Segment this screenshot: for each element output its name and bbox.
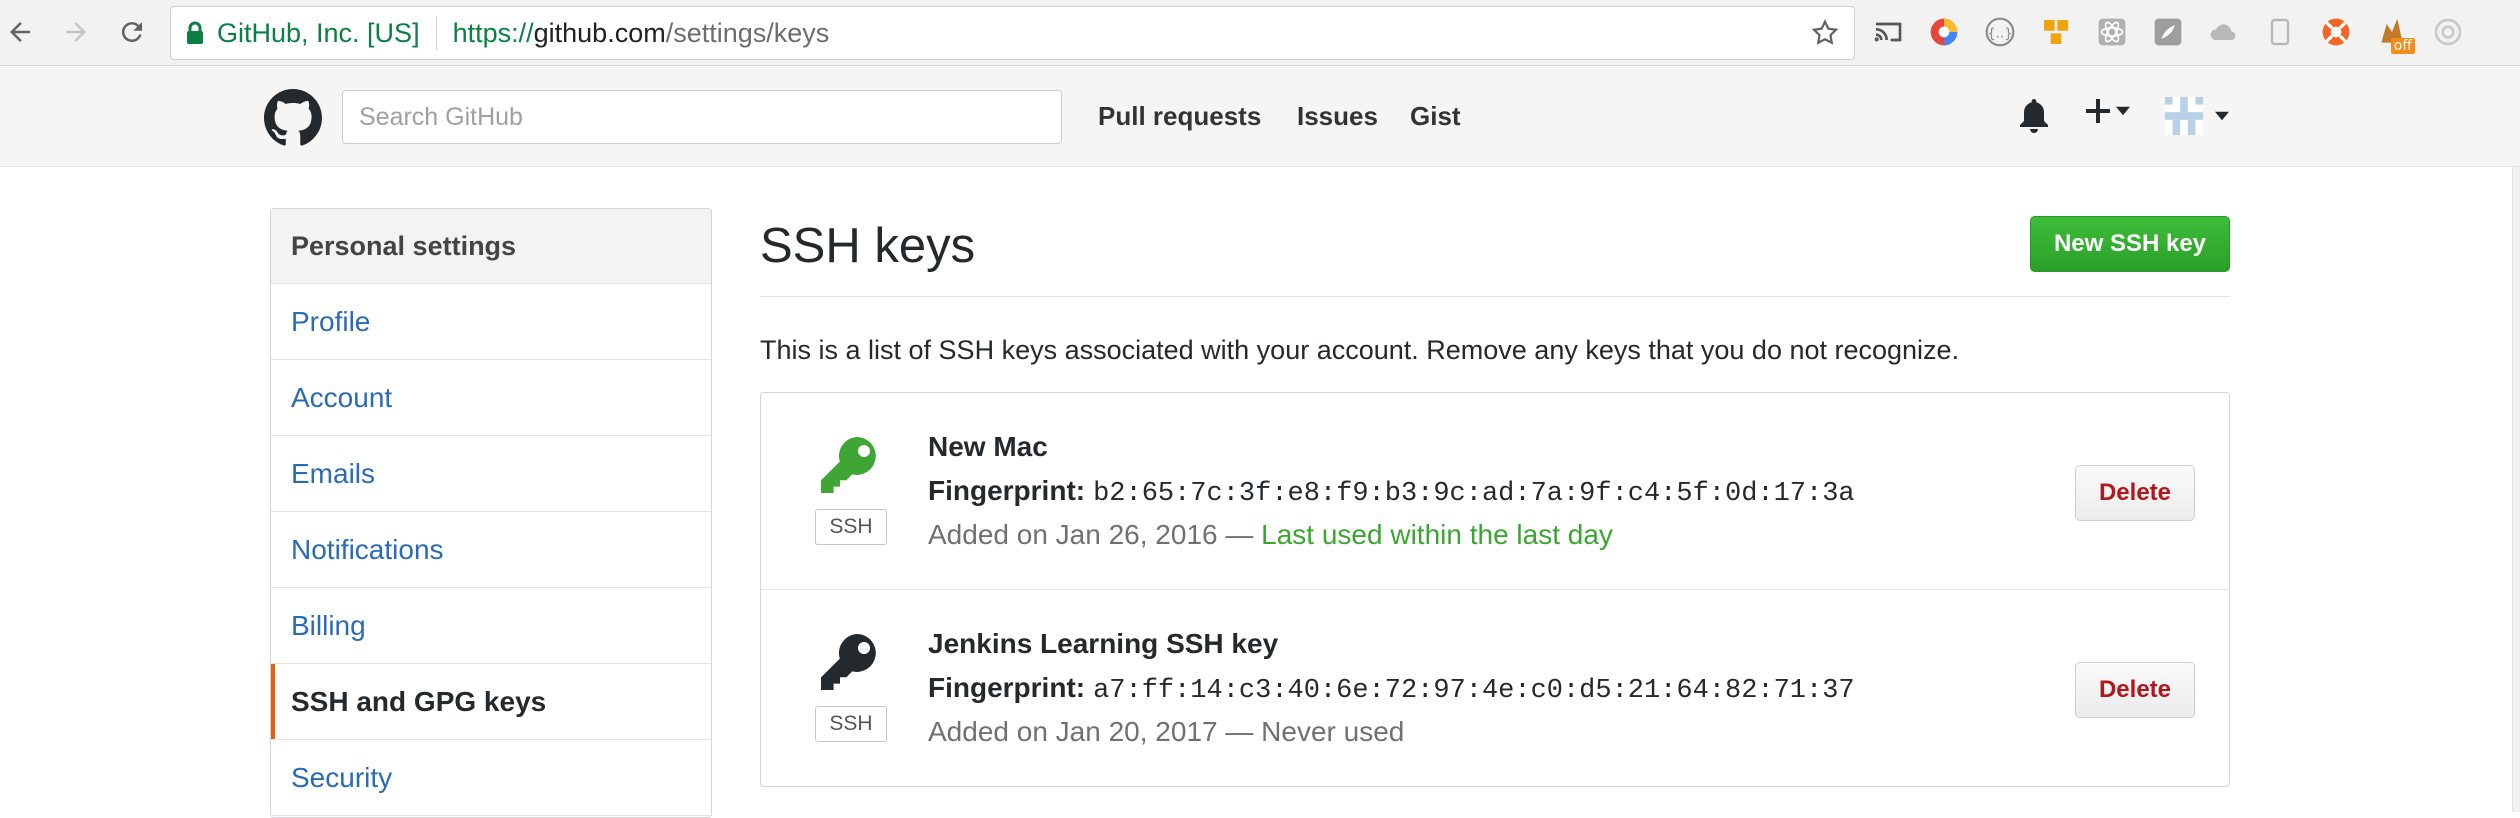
cloud-extension-icon — [2210, 24, 2235, 40]
fingerprint-label: Fingerprint: — [928, 672, 1086, 703]
last-used: Never used — [1261, 716, 1405, 747]
key-fingerprint: Fingerprint: a7:ff:14:c3:40:6e:72:97:4e:c… — [928, 672, 1855, 706]
title-divider — [760, 296, 2230, 297]
page-scrollbar[interactable] — [2512, 167, 2520, 812]
last-used: Last used within the last day — [1261, 519, 1613, 550]
fingerprint-label: Fingerprint: — [928, 475, 1086, 506]
user-menu-button[interactable] — [2165, 97, 2229, 135]
gray-square-extension-icon — [2154, 18, 2181, 46]
bell-icon — [2020, 99, 2048, 133]
off-badge: off — [2390, 37, 2415, 54]
extension-gray-square[interactable] — [2150, 15, 2185, 50]
site-identity[interactable]: GitHub, Inc. [US] — [217, 18, 420, 49]
extension-cloud[interactable] — [2206, 15, 2241, 50]
fingerprint-value: b2:65:7c:3f:e8:f9:b3:9c:ad:7a:9f:c4:5f:0… — [1093, 479, 1855, 509]
nav-issues[interactable]: Issues — [1297, 101, 1378, 132]
key-meta: Added on Jan 26, 2016 — Last used within… — [928, 519, 1613, 551]
json-extension-icon: {..} — [1985, 17, 2014, 47]
reload-button[interactable] — [112, 12, 152, 52]
key-meta: Added on Jan 20, 2017 — Never used — [928, 716, 1404, 748]
key-fingerprint: Fingerprint: b2:65:7c:3f:e8:f9:b3:9c:ad:7… — [928, 475, 1855, 509]
extension-colorful[interactable] — [1926, 15, 1961, 50]
delete-button[interactable]: Delete — [2075, 662, 2195, 718]
new-ssh-key-button[interactable]: New SSH key — [2030, 216, 2230, 272]
search-input[interactable]: Search GitHub — [342, 90, 1062, 144]
key-icon — [821, 436, 876, 493]
extension-tablet[interactable] — [2262, 15, 2297, 50]
nav-pull-requests[interactable]: Pull requests — [1098, 101, 1261, 132]
cast-icon — [1874, 22, 1901, 42]
lifebuoy-extension-icon — [2322, 18, 2349, 46]
sidebar-item-emails[interactable]: Emails — [271, 436, 711, 512]
sidebar-item-notifications[interactable]: Notifications — [271, 512, 711, 588]
github-header: Search GitHub Pull requests Issues Gist — [0, 67, 2520, 167]
browser-toolbar: GitHub, Inc. [US] https://github.com/set… — [0, 0, 2520, 66]
caret-down-icon — [2215, 111, 2229, 121]
extension-target[interactable] — [2430, 15, 2465, 50]
ssh-key-row: SSH New Mac Fingerprint: b2:65:7c:3f:e8:f… — [761, 393, 2229, 589]
ssh-badge: SSH — [815, 706, 887, 742]
search-placeholder: Search GitHub — [359, 102, 523, 131]
extensions-bar: {..} off — [1870, 12, 2465, 54]
svg-text:{..}: {..} — [1987, 26, 2012, 41]
cast-button[interactable] — [1870, 15, 1905, 50]
forward-arrow-icon — [66, 22, 86, 42]
notifications-button[interactable] — [2018, 97, 2050, 133]
added-date: Added on Jan 26, 2016 — — [928, 519, 1262, 550]
settings-sidebar: Personal settings Profile Account Emails… — [270, 208, 712, 818]
plus-icon — [2086, 99, 2110, 123]
colorful-extension-icon — [1930, 18, 1957, 46]
page-title: SSH keys — [760, 219, 976, 273]
avatar — [2165, 97, 2203, 135]
url-text[interactable]: https://github.com/settings/keys — [453, 18, 830, 49]
back-button[interactable] — [0, 12, 40, 52]
tablet-extension-icon — [2270, 18, 2289, 46]
bookmark-star-icon[interactable] — [1810, 18, 1840, 48]
reload-icon — [121, 22, 142, 43]
sidebar-item-security[interactable]: Security — [271, 740, 711, 816]
delete-button[interactable]: Delete — [2075, 465, 2195, 521]
sidebar-item-ssh-gpg-keys[interactable]: SSH and GPG keys — [271, 664, 711, 740]
key-title: Jenkins Learning SSH key — [928, 628, 1279, 659]
ssh-badge: SSH — [815, 509, 887, 545]
ssh-key-row: SSH Jenkins Learning SSH key Fingerprint… — [761, 589, 2229, 785]
sidebar-item-account[interactable]: Account — [271, 360, 711, 436]
key-title: New Mac — [928, 431, 1048, 462]
sidebar-item-billing[interactable]: Billing — [271, 588, 711, 664]
sidebar-item-profile[interactable]: Profile — [271, 284, 711, 360]
extension-json[interactable]: {..} — [1982, 15, 2017, 50]
orange-blocks-extension-icon — [2043, 20, 2068, 44]
caret-down-icon — [2116, 106, 2130, 116]
intro-text: This is a list of SSH keys associated wi… — [760, 335, 1960, 365]
extension-react-devtools[interactable] — [2094, 15, 2129, 50]
address-divider — [435, 16, 437, 50]
key-icon — [821, 633, 876, 690]
lock-icon — [185, 20, 207, 46]
extension-lifebuoy[interactable] — [2318, 15, 2353, 50]
create-new-button[interactable] — [2084, 97, 2130, 125]
target-extension-icon — [2434, 18, 2461, 46]
sidebar-heading: Personal settings — [271, 209, 711, 284]
extension-paused[interactable]: off — [2374, 15, 2415, 54]
back-arrow-icon — [10, 22, 30, 42]
forward-button[interactable] — [56, 12, 96, 52]
extension-orange-blocks[interactable] — [2038, 15, 2073, 50]
github-logo-icon[interactable] — [264, 89, 322, 147]
added-date: Added on Jan 20, 2017 — — [928, 716, 1262, 747]
react-devtools-icon — [2098, 18, 2125, 46]
fingerprint-value: a7:ff:14:c3:40:6e:72:97:4e:c0:d5:21:64:8… — [1093, 676, 1855, 706]
nav-gist[interactable]: Gist — [1410, 101, 1461, 132]
ssh-keys-list: SSH New Mac Fingerprint: b2:65:7c:3f:e8:f… — [760, 392, 2230, 787]
address-bar[interactable]: GitHub, Inc. [US] https://github.com/set… — [170, 6, 1855, 60]
